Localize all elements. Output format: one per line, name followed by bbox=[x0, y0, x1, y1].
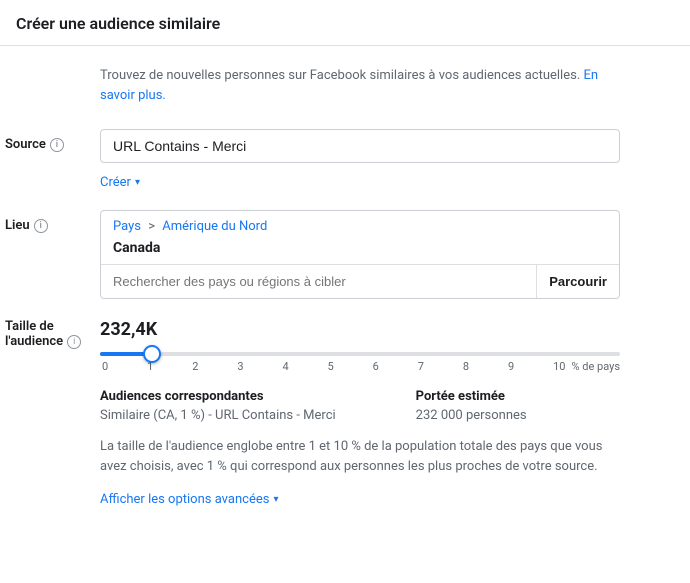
slider-label-9: 9 bbox=[508, 360, 514, 373]
taille-row: Taille de l'audience i 232,4K 0 1 bbox=[100, 319, 674, 507]
audience-count: 232,4K bbox=[100, 319, 674, 340]
slider-track bbox=[100, 352, 620, 356]
taille-label-text-line1: Taille de bbox=[5, 319, 100, 334]
page-header: Créer une audience similaire bbox=[0, 0, 690, 46]
parcourir-button[interactable]: Parcourir bbox=[536, 265, 619, 298]
source-row: Source i Créer ▾ bbox=[100, 129, 674, 190]
portee-estimee-block: Portée estimée 232 000 personnes bbox=[416, 389, 527, 423]
page-title: Créer une audience similaire bbox=[16, 14, 220, 33]
slider-label-4: 4 bbox=[282, 360, 288, 373]
taille-label: Taille de l'audience i bbox=[5, 319, 100, 349]
slider-thumb[interactable] bbox=[143, 345, 161, 363]
slider-label-3: 3 bbox=[237, 360, 243, 373]
lieu-field-content: Pays > Amérique du Nord Canada Parcourir bbox=[100, 210, 674, 299]
lieu-row: Lieu i Pays > Amérique du Nord Canada Pa… bbox=[100, 210, 674, 299]
advanced-dropdown-arrow: ▾ bbox=[273, 494, 278, 505]
breadcrumb-separator: > bbox=[148, 219, 158, 234]
intro-text: Trouvez de nouvelles personnes sur Faceb… bbox=[100, 66, 620, 105]
advanced-options-link[interactable]: Afficher les options avancées ▾ bbox=[100, 492, 278, 507]
portee-value: 232 000 personnes bbox=[416, 408, 527, 423]
taille-content: 232,4K 0 1 2 3 4 5 6 bbox=[100, 319, 674, 507]
audiences-correspondantes-block: Audiences correspondantes Similaire (CA,… bbox=[100, 389, 336, 423]
lieu-search-input[interactable] bbox=[101, 265, 536, 298]
slider-label-7: 7 bbox=[418, 360, 424, 373]
portee-title: Portée estimée bbox=[416, 389, 527, 404]
lieu-label: Lieu i bbox=[5, 210, 100, 233]
taille-info-icon[interactable]: i bbox=[67, 335, 81, 349]
slider-labels: 0 1 2 3 4 5 6 7 8 9 10 bbox=[100, 360, 567, 373]
slider-labels-row: 0 1 2 3 4 5 6 7 8 9 10 % de pays bbox=[100, 360, 620, 373]
slider-container: 0 1 2 3 4 5 6 7 8 9 10 % de pays bbox=[100, 352, 620, 373]
lieu-selected-country: Canada bbox=[101, 238, 619, 264]
slider-label-8: 8 bbox=[463, 360, 469, 373]
slider-label-10: 10 bbox=[553, 360, 565, 373]
breadcrumb-amerique-link[interactable]: Amérique du Nord bbox=[162, 219, 267, 234]
pct-label: % de pays bbox=[571, 360, 620, 373]
lieu-info-icon[interactable]: i bbox=[34, 219, 48, 233]
audiences-value: Similaire (CA, 1 %) - URL Contains - Mer… bbox=[100, 408, 336, 423]
slider-label-5: 5 bbox=[328, 360, 334, 373]
lieu-box: Pays > Amérique du Nord Canada Parcourir bbox=[100, 210, 620, 299]
source-info-icon[interactable]: i bbox=[50, 138, 64, 152]
slider-label-2: 2 bbox=[192, 360, 198, 373]
page-content: Trouvez de nouvelles personnes sur Faceb… bbox=[0, 46, 690, 543]
breadcrumb-pays-link[interactable]: Pays bbox=[113, 219, 144, 234]
slider-label-6: 6 bbox=[373, 360, 379, 373]
source-input[interactable] bbox=[100, 129, 620, 163]
lieu-search-row: Parcourir bbox=[101, 264, 619, 298]
source-field-content: Créer ▾ bbox=[100, 129, 674, 190]
create-link[interactable]: Créer ▾ bbox=[100, 175, 140, 190]
source-label: Source i bbox=[5, 129, 100, 152]
slider-label-0: 0 bbox=[102, 360, 108, 373]
lieu-breadcrumb: Pays > Amérique du Nord bbox=[101, 211, 619, 238]
create-dropdown-arrow: ▾ bbox=[135, 177, 140, 188]
stats-row: Audiences correspondantes Similaire (CA,… bbox=[100, 389, 620, 423]
description-text: La taille de l'audience englobe entre 1 … bbox=[100, 437, 620, 476]
taille-label-text-line2: l'audience bbox=[5, 334, 63, 349]
audiences-title: Audiences correspondantes bbox=[100, 389, 336, 404]
